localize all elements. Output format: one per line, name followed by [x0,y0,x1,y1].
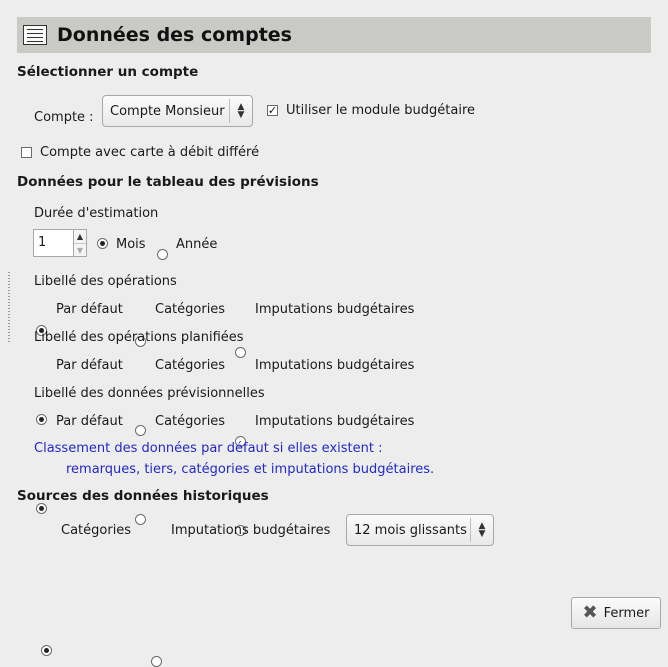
account-combo-value: Compte Monsieur [110,103,225,119]
close-button-label: Fermer [603,605,650,621]
duration-stepper[interactable]: ▲ ▼ [73,229,87,257]
duration-label: Durée d'estimation [34,206,159,221]
section-history: Sources des données historiques [17,488,269,504]
unit-year-label[interactable]: Année [176,237,217,252]
history-budget-label[interactable]: Imputations budgétaires [171,523,330,538]
history-categories-radio[interactable] [41,645,52,656]
account-combo[interactable]: Compte Monsieur ▲ ▼ [102,95,253,127]
history-categories-label[interactable]: Catégories [61,523,131,538]
scheduled-categories-label[interactable]: Catégories [155,358,225,373]
section-select-account: Sélectionner un compte [17,64,199,80]
budget-module-checkbox[interactable]: ✓ [267,105,278,116]
history-period-combo[interactable]: 12 mois glissants ▲ ▼ [346,514,494,546]
duration-input[interactable]: 1 [33,229,73,257]
forecast-data-label: Libellé des données prévisionnelles [34,386,265,401]
forecast-categories-radio[interactable] [135,514,146,525]
scheduled-categories-radio[interactable] [135,425,146,436]
spin-down-icon[interactable]: ▼ [74,243,86,257]
page-title: Données des comptes [57,24,292,46]
scheduled-default-radio[interactable] [36,414,47,425]
operations-label: Libellé des opérations [34,274,177,289]
updown-arrows-icon: ▲ ▼ [478,521,486,539]
operations-budget-label[interactable]: Imputations budgétaires [255,302,414,317]
section-forecast: Données pour le tableau des prévisions [17,174,319,190]
spin-up-icon[interactable]: ▲ [74,230,86,243]
operations-default-label[interactable]: Par défaut [56,302,123,317]
budget-module-label[interactable]: Utiliser le module budgétaire [286,103,475,118]
pane-resize-grip[interactable] [8,272,10,342]
unit-month-label[interactable]: Mois [116,237,146,252]
forecast-categories-label[interactable]: Catégories [155,414,225,429]
history-budget-radio[interactable] [151,656,162,667]
close-button[interactable]: ✖ Fermer [571,597,661,629]
forecast-default-label[interactable]: Par défaut [56,414,123,429]
scheduled-label: Libellé des opérations planifiées [34,330,244,345]
scheduled-budget-label[interactable]: Imputations budgétaires [255,358,414,373]
account-label: Compte : [34,110,94,125]
history-period-value: 12 mois glissants [354,522,467,538]
operations-categories-label[interactable]: Catégories [155,302,225,317]
close-icon: ✖ [582,602,598,623]
unit-month-radio[interactable] [97,238,108,249]
page-header: Données des comptes [17,17,651,53]
note-line-2: remarques, tiers, catégories et imputati… [66,462,435,477]
forecast-budget-label[interactable]: Imputations budgétaires [255,414,414,429]
scheduled-default-label[interactable]: Par défaut [56,358,123,373]
deferred-debit-label[interactable]: Compte avec carte à débit différé [40,145,259,160]
table-icon [23,25,47,45]
operations-budget-radio[interactable] [235,347,246,358]
forecast-default-radio[interactable] [36,503,47,514]
updown-arrows-icon: ▲ ▼ [237,102,245,120]
note-line-1: Classement des données par défaut si ell… [34,441,383,456]
deferred-debit-checkbox[interactable] [21,147,32,158]
unit-year-radio[interactable] [157,249,168,260]
